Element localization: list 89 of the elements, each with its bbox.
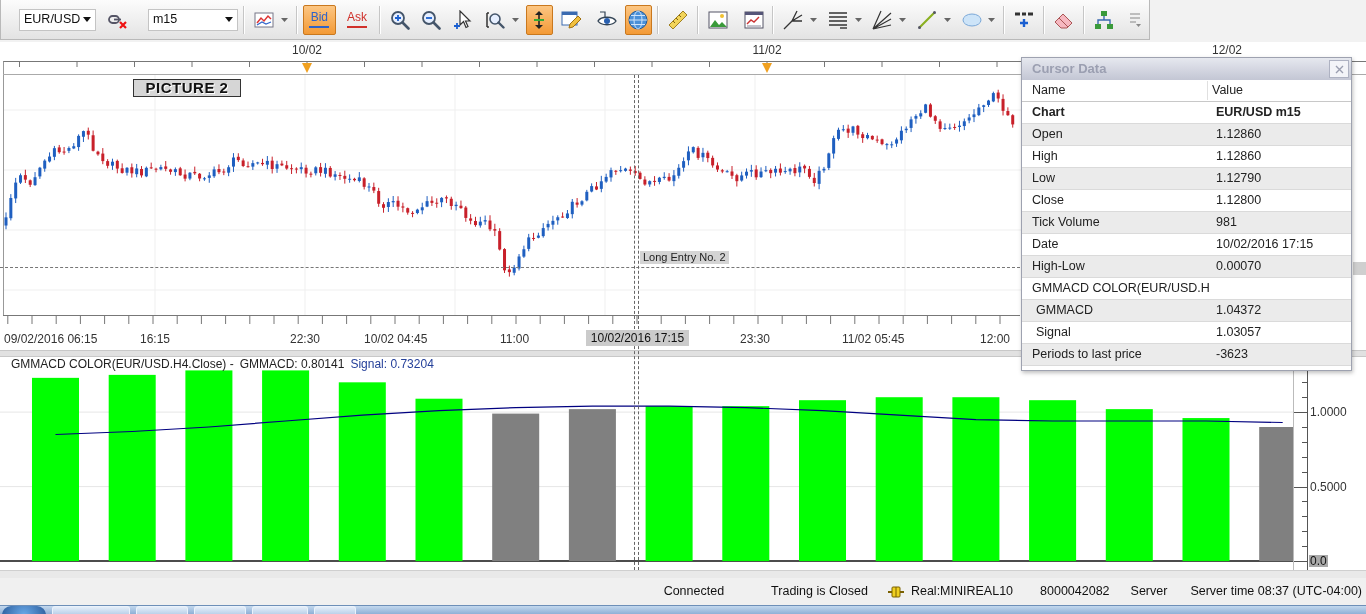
cursor-time-label: 10/02/2016 17:15 bbox=[586, 330, 689, 346]
axis-label: 0.5000 bbox=[1310, 479, 1347, 494]
start-button[interactable] bbox=[2, 606, 46, 614]
time-label: 16:15 bbox=[140, 332, 171, 346]
name-cell-text: Open bbox=[1031, 126, 1064, 144]
price-marker bbox=[1353, 262, 1366, 275]
time-label: 10/02 04:45 bbox=[364, 332, 428, 346]
time-label: 23:30 bbox=[740, 332, 771, 346]
value-cell-text: 1.12800 bbox=[1215, 192, 1262, 210]
date-label: 10/02 bbox=[291, 44, 323, 57]
indicator-title: GMMACD COLOR(EUR/USD.H4.Close) - bbox=[11, 357, 234, 371]
zoom-out-icon bbox=[421, 9, 442, 30]
close-button[interactable] bbox=[1329, 60, 1349, 78]
line-chart-icon bbox=[253, 9, 274, 30]
zoom-in-icon bbox=[389, 9, 410, 30]
name-cell-text: Close bbox=[1031, 192, 1065, 210]
ruler-icon bbox=[668, 9, 689, 30]
account-label: Real:MINIREAL10 bbox=[910, 583, 1014, 601]
picture-icon bbox=[707, 9, 728, 30]
value-cell-text: 1.12860 bbox=[1215, 126, 1262, 144]
close-icon bbox=[1334, 64, 1344, 74]
globe-button[interactable] bbox=[624, 4, 653, 35]
entry-label: Long Entry No. 2 bbox=[640, 251, 729, 264]
name-cell-text: Periods to last price bbox=[1031, 346, 1143, 364]
date-label: 12/02 bbox=[1211, 44, 1243, 57]
plug-icon bbox=[887, 585, 904, 598]
name-cell-text: Tick Volume bbox=[1031, 214, 1101, 232]
time-label: 11/02 05:45 bbox=[842, 332, 905, 346]
horizontal-lines-icon bbox=[827, 9, 848, 30]
zoom-icon bbox=[484, 9, 505, 30]
name-cell-text: High-Low bbox=[1031, 258, 1086, 276]
fork-lines-icon bbox=[783, 9, 804, 30]
name-cell-text: Signal bbox=[1035, 324, 1072, 342]
caret-icon bbox=[988, 17, 996, 22]
crosshair-button[interactable] bbox=[525, 4, 554, 35]
server-time: Server time 08:37 (UTC-04:00) bbox=[1190, 583, 1362, 601]
value-cell-text: EUR/USD m15 bbox=[1215, 104, 1301, 122]
fan-lines-icon bbox=[872, 9, 893, 30]
column-header: Name bbox=[1031, 82, 1067, 100]
caret-icon bbox=[943, 17, 951, 22]
day-marker-icon bbox=[302, 63, 312, 73]
annotation-label: PICTURE 2 bbox=[133, 79, 241, 97]
caret-icon bbox=[899, 17, 907, 22]
caret-icon bbox=[83, 17, 92, 22]
trend-line-icon bbox=[916, 9, 937, 30]
value-cell-text: 10/02/2016 17:15 bbox=[1215, 236, 1314, 254]
name-cell-text: GMMACD bbox=[1035, 302, 1094, 320]
value-cell-text: -3623 bbox=[1215, 346, 1248, 364]
time-label: 11:00 bbox=[500, 332, 530, 346]
value-cell-text: 1.12860 bbox=[1215, 148, 1262, 166]
caret-icon bbox=[280, 17, 288, 22]
panel-title: Cursor Data bbox=[1032, 60, 1107, 79]
account-number: 8000042082 bbox=[1040, 583, 1110, 601]
chart-window-icon bbox=[743, 9, 764, 30]
caret-icon bbox=[225, 17, 233, 22]
time-label: 22:30 bbox=[290, 332, 321, 346]
day-marker-icon bbox=[762, 63, 772, 73]
gmmacd-reading: GMMACD: 0.80141 bbox=[239, 357, 345, 371]
value-cell-text: 1.04372 bbox=[1215, 302, 1262, 320]
date-label: 11/02 bbox=[751, 44, 783, 57]
overflow-icon bbox=[1129, 11, 1142, 28]
value-cell-text: 1.03057 bbox=[1215, 324, 1262, 342]
column-header: Value bbox=[1207, 81, 1351, 100]
axis-value-marker: 0.0 bbox=[1309, 555, 1328, 568]
window-pencil-icon bbox=[561, 9, 582, 30]
symbol-dropdown[interactable]: EUR/USD bbox=[19, 8, 97, 31]
time-label: 09/02/2016 06:15 bbox=[4, 332, 98, 346]
time-label: 12:00 bbox=[980, 332, 1011, 346]
axis-label: 1.0000 bbox=[1310, 405, 1347, 420]
price-button[interactable]: Ask bbox=[340, 4, 374, 35]
caret-icon bbox=[854, 17, 862, 22]
value-cell-text: 0.00070 bbox=[1215, 258, 1262, 276]
cursor-icon bbox=[453, 9, 474, 30]
value-cell-text: 1.12790 bbox=[1215, 170, 1262, 188]
signal-reading: Signal: 0.73204 bbox=[350, 357, 434, 371]
name-cell-text: Chart bbox=[1031, 104, 1066, 122]
caret-icon bbox=[511, 17, 519, 22]
value-cell-text: 981 bbox=[1215, 214, 1237, 232]
name-cell-text: Date bbox=[1031, 236, 1060, 254]
caret-icon bbox=[810, 17, 818, 22]
connection-status: Connected bbox=[663, 583, 725, 601]
server-label: Server bbox=[1130, 583, 1168, 601]
name-cell-text: GMMACD COLOR(EUR/USD.H bbox=[1031, 280, 1210, 298]
globe-icon bbox=[628, 9, 649, 30]
name-cell-text: Low bbox=[1031, 170, 1056, 188]
hierarchy-icon bbox=[1093, 9, 1114, 30]
timeframe-dropdown[interactable]: m15 bbox=[147, 8, 238, 31]
trading-status: Trading is Closed bbox=[771, 583, 868, 601]
name-cell-text: High bbox=[1031, 148, 1059, 166]
